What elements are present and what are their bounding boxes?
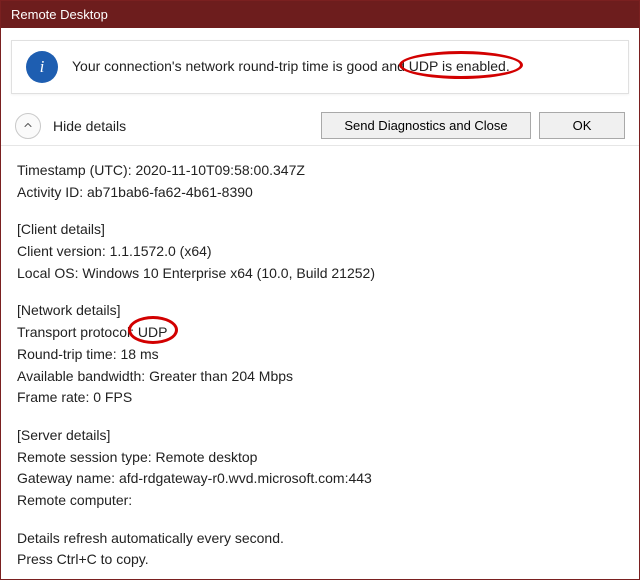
timestamp-value: 2020-11-10T09:58:00.347Z	[135, 162, 304, 178]
network-details-header: [Network details]	[17, 300, 623, 322]
banner-text: Your connection's network round-trip tim…	[72, 57, 510, 77]
banner-text-highlight: UDP is enabled.	[409, 58, 510, 74]
remote-computer-label: Remote computer:	[17, 492, 132, 508]
activity-id-label: Activity ID:	[17, 184, 87, 200]
client-version-label: Client version:	[17, 243, 110, 259]
gateway-name-label: Gateway name:	[17, 470, 119, 486]
window: Remote Desktop i Your connection's netwo…	[0, 0, 640, 580]
banner-text-before: Your connection's network round-trip tim…	[72, 58, 409, 74]
titlebar: Remote Desktop	[1, 1, 639, 28]
ok-button[interactable]: OK	[539, 112, 625, 139]
available-bandwidth-label: Available bandwidth:	[17, 368, 149, 384]
timestamp-label: Timestamp (UTC):	[17, 162, 135, 178]
toggle-details-button[interactable]	[15, 113, 41, 139]
info-banner: i Your connection's network round-trip t…	[11, 40, 629, 94]
hide-details-link[interactable]: Hide details	[53, 118, 126, 134]
chevron-up-icon	[22, 118, 34, 134]
copy-hint: Press Ctrl+C to copy.	[17, 549, 623, 571]
transport-protocol-label: Transport protocol:	[17, 324, 138, 340]
info-icon: i	[26, 51, 58, 83]
remote-session-type-value: Remote desktop	[156, 449, 258, 465]
local-os-value: Windows 10 Enterprise x64 (10.0, Build 2…	[82, 265, 375, 281]
window-title: Remote Desktop	[11, 7, 108, 22]
remote-session-type-label: Remote session type:	[17, 449, 156, 465]
frame-rate-value: 0 FPS	[93, 389, 132, 405]
available-bandwidth-value: Greater than 204 Mbps	[149, 368, 293, 384]
client-details-header: [Client details]	[17, 219, 623, 241]
details-pane: Timestamp (UTC): 2020-11-10T09:58:00.347…	[1, 146, 639, 579]
client-version-value: 1.1.1572.0 (x64)	[110, 243, 212, 259]
round-trip-time-label: Round-trip time:	[17, 346, 120, 362]
controls-row: Hide details Send Diagnostics and Close …	[1, 106, 639, 146]
server-details-header: [Server details]	[17, 425, 623, 447]
send-diagnostics-close-button[interactable]: Send Diagnostics and Close	[321, 112, 531, 139]
refresh-note: Details refresh automatically every seco…	[17, 528, 623, 550]
local-os-label: Local OS:	[17, 265, 82, 281]
frame-rate-label: Frame rate:	[17, 389, 93, 405]
activity-id-value: ab71bab6-fa62-4b61-8390	[87, 184, 253, 200]
round-trip-time-value: 18 ms	[120, 346, 158, 362]
transport-protocol-value: UDP	[138, 324, 168, 340]
gateway-name-value: afd-rdgateway-r0.wvd.microsoft.com:443	[119, 470, 372, 486]
info-icon-glyph: i	[40, 57, 45, 77]
